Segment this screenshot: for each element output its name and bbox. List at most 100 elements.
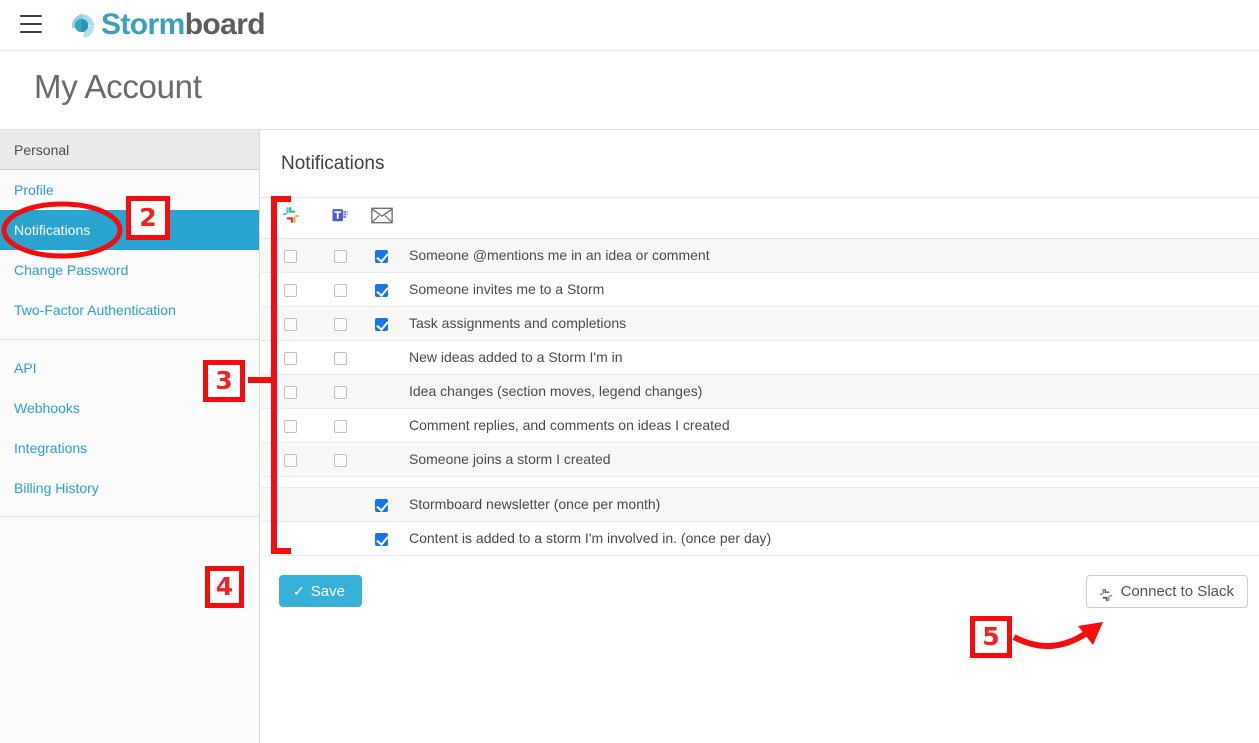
- notification-label: Comment replies, and comments on ideas I…: [403, 408, 1259, 443]
- column-header-email: [360, 198, 403, 239]
- table-header-row: [261, 198, 1259, 239]
- email-checkbox-cell: [360, 340, 403, 375]
- email-envelope-icon: [370, 207, 393, 228]
- teams-checkbox[interactable]: [333, 249, 347, 263]
- notifications-panel: Notifications Someone @mentions me in an…: [261, 130, 1259, 743]
- sidebar-item-label: Two-Factor Authentication: [14, 302, 176, 318]
- notification-label: Content is added to a storm I'm involved…: [403, 521, 1259, 556]
- stormboard-pinwheel-icon: [65, 9, 98, 42]
- email-checkbox[interactable]: [375, 317, 388, 331]
- slack-checkbox-cell: [261, 340, 320, 375]
- sidebar-group-label: Personal: [0, 130, 259, 170]
- email-checkbox-cell: [360, 272, 403, 307]
- teams-checkbox[interactable]: [333, 385, 347, 399]
- save-button-label: Save: [310, 582, 345, 600]
- slack-checkbox-cell: [261, 487, 320, 522]
- slack-icon: [1098, 583, 1114, 602]
- connect-to-slack-label: Connect to Slack: [1120, 582, 1234, 600]
- connect-to-slack-button[interactable]: Connect to Slack: [1085, 574, 1248, 608]
- teams-checkbox[interactable]: [333, 283, 347, 297]
- table-row: Content is added to a storm I'm involved…: [261, 521, 1259, 556]
- column-header-slack: [261, 198, 320, 239]
- slack-checkbox-cell: [261, 408, 320, 443]
- stormboard-wordmark: Stormboard: [101, 8, 266, 41]
- teams-checkbox-cell: [320, 374, 360, 409]
- email-checkbox[interactable]: [375, 249, 388, 263]
- slack-checkbox[interactable]: [284, 419, 297, 433]
- notifications-table: Someone @mentions me in an idea or comme…: [261, 198, 1259, 556]
- sidebar-item-label: Profile: [14, 182, 54, 198]
- notification-label: Stormboard newsletter (once per month): [403, 487, 1259, 522]
- sidebar-item-change-password[interactable]: Change Password: [0, 250, 259, 290]
- notification-label: New ideas added to a Storm I'm in: [403, 340, 1259, 375]
- table-row: Someone joins a storm I created: [261, 442, 1259, 477]
- notification-label: Task assignments and completions: [403, 306, 1259, 341]
- annotation-marker-label: 2: [139, 203, 157, 232]
- email-checkbox-cell: [360, 238, 403, 273]
- hamburger-line: [20, 23, 42, 25]
- email-checkbox-cell: [360, 408, 403, 443]
- email-checkbox-cell: [360, 521, 403, 556]
- teams-checkbox[interactable]: [333, 419, 347, 433]
- table-row: Task assignments and completions: [261, 306, 1259, 341]
- slack-checkbox[interactable]: [284, 317, 297, 331]
- column-header-microsoft-teams: [320, 198, 360, 239]
- section-title: Notifications: [281, 153, 385, 174]
- teams-checkbox[interactable]: [333, 453, 347, 467]
- teams-checkbox-cell: [320, 408, 360, 443]
- wordmark-part-1: Storm: [101, 8, 185, 41]
- slack-checkbox-cell: [261, 272, 320, 307]
- annotation-marker-4: 4: [205, 566, 244, 608]
- notification-label: Someone @mentions me in an idea or comme…: [403, 238, 1259, 273]
- annotation-marker-label: 3: [215, 366, 233, 395]
- teams-checkbox-cell: [320, 487, 360, 522]
- slack-checkbox-cell: [261, 442, 320, 477]
- hamburger-line: [20, 15, 42, 17]
- sidebar-bottom-divider: [0, 516, 259, 517]
- hamburger-line: [20, 31, 42, 33]
- table-group-spacer: [261, 476, 1259, 488]
- slack-checkbox[interactable]: [284, 249, 297, 263]
- sidebar-item-label: Integrations: [14, 440, 88, 456]
- slack-checkbox[interactable]: [284, 351, 297, 365]
- email-checkbox-cell: [360, 306, 403, 341]
- notification-label: Idea changes (section moves, legend chan…: [403, 374, 1259, 409]
- annotation-marker-3: 3: [203, 360, 245, 402]
- email-checkbox[interactable]: [375, 498, 388, 512]
- table-row: Stormboard newsletter (once per month): [261, 487, 1259, 522]
- email-checkbox[interactable]: [375, 283, 388, 297]
- teams-checkbox[interactable]: [333, 351, 347, 365]
- teams-checkbox-cell: [320, 238, 360, 273]
- teams-checkbox-cell: [320, 340, 360, 375]
- slack-checkbox-cell: [261, 374, 320, 409]
- table-row: Idea changes (section moves, legend chan…: [261, 374, 1259, 409]
- slack-checkbox-cell: [261, 306, 320, 341]
- slack-checkbox[interactable]: [284, 283, 297, 297]
- save-button[interactable]: ✓ Save: [279, 574, 362, 607]
- table-row: New ideas added to a Storm I'm in: [261, 340, 1259, 375]
- teams-checkbox-cell: [320, 306, 360, 341]
- sidebar-item-label: Billing History: [14, 480, 99, 496]
- notification-label: Someone invites me to a Storm: [403, 272, 1259, 307]
- annotation-marker-2: 2: [126, 196, 170, 240]
- sidebar-item-label: Notifications: [14, 222, 91, 238]
- sidebar-item-two-factor-authentication[interactable]: Two-Factor Authentication: [0, 290, 259, 330]
- teams-checkbox-cell: [320, 272, 360, 307]
- annotation-marker-label: 4: [215, 572, 234, 601]
- email-checkbox[interactable]: [375, 532, 388, 546]
- column-header-description: [403, 198, 1259, 239]
- page-title: My Account: [34, 68, 202, 105]
- notifications-table-body: Someone @mentions me in an idea or comme…: [261, 238, 1259, 556]
- sidebar-item-integrations[interactable]: Integrations: [0, 428, 259, 468]
- hamburger-menu-icon[interactable]: [20, 15, 42, 35]
- teams-checkbox-cell: [320, 442, 360, 477]
- table-row: Someone invites me to a Storm: [261, 272, 1259, 307]
- slack-checkbox[interactable]: [284, 385, 297, 399]
- sidebar-item-billing-history[interactable]: Billing History: [0, 468, 259, 508]
- check-icon: ✓: [293, 582, 305, 599]
- teams-checkbox[interactable]: [333, 317, 347, 331]
- wordmark-part-2: board: [184, 8, 266, 41]
- slack-checkbox[interactable]: [284, 453, 297, 467]
- email-checkbox-cell: [360, 442, 403, 477]
- stormboard-logo[interactable]: Stormboard: [65, 6, 266, 44]
